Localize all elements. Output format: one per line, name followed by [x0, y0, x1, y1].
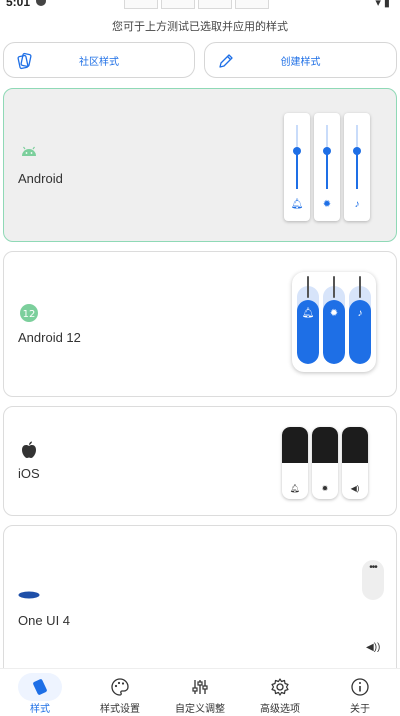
nav-tab-style-settings[interactable]: 样式设置 — [80, 669, 160, 716]
volume-slider-ring: 🔔︎ — [284, 113, 310, 221]
sound-icon: ◀︎)) — [366, 642, 381, 653]
more-dots-icon: ••• — [369, 562, 378, 573]
test-hint-text: 您可于上方测试已选取并应用的样式 — [112, 21, 288, 33]
ios-slider-ring: 🔔︎ — [282, 427, 308, 499]
status-time: 5:01 — [6, 0, 31, 9]
style-name: One UI 4 — [18, 613, 71, 628]
battery-icon: ▾ ▮ — [375, 0, 390, 9]
ios-slider-brightness: ✹ — [312, 427, 338, 499]
bell-icon: 🔔︎ — [301, 308, 315, 319]
android-12-logo-icon: 12 — [20, 304, 38, 322]
style-name: iOS — [18, 466, 40, 481]
nav-label: 样式设置 — [100, 704, 140, 715]
create-style-button[interactable]: 创建样式 — [204, 42, 397, 78]
style-card-android[interactable]: Android 🔔︎ ✹ ♪ — [3, 88, 397, 242]
speaker-icon: ◀︎) — [350, 484, 360, 493]
nav-tab-advanced[interactable]: 高级选项 — [240, 669, 320, 716]
nav-label: 关于 — [350, 704, 370, 715]
bottom-navigation: 样式 样式设置 自定义调整 高级选项 关于 — [0, 668, 400, 716]
svg-text:12: 12 — [23, 309, 36, 320]
notification-icon — [36, 0, 46, 6]
pencil-icon — [219, 54, 233, 68]
music-note-icon: ♪ — [354, 199, 360, 210]
sliders-icon — [192, 680, 208, 694]
bell-icon: 🔔︎ — [289, 484, 301, 493]
apple-logo-icon — [22, 441, 36, 458]
style-card-android-12[interactable]: 12 Android 12 🔔︎ ✹ ♪ — [3, 251, 397, 397]
nav-label: 高级选项 — [260, 704, 300, 715]
nav-tab-about[interactable]: 关于 — [320, 669, 400, 716]
samsung-logo-icon — [18, 591, 40, 599]
community-styles-button[interactable]: 社区样式 — [3, 42, 195, 78]
brightness-icon: ✹ — [321, 484, 329, 493]
style-card-ios[interactable]: iOS 🔔︎ ✹ ◀︎) — [3, 406, 397, 516]
ios-slider-media: ◀︎) — [342, 427, 368, 499]
volume-slider-media: ♪ — [344, 113, 370, 221]
style-card-one-ui-4[interactable]: One UI 4 ••• ◀︎)) — [3, 525, 397, 685]
android-logo-icon — [22, 146, 36, 156]
nav-tab-styles[interactable]: 样式 — [0, 669, 80, 716]
android-12-volume-panel: 🔔︎ ✹ ♪ — [292, 272, 376, 372]
style-name: Android — [18, 171, 63, 186]
style-name: Android 12 — [18, 330, 81, 345]
bell-icon: 🔔︎ — [290, 199, 304, 210]
nav-label: 样式 — [30, 704, 50, 715]
nav-label: 自定义调整 — [175, 704, 225, 715]
volume-slider-brightness: ✹ — [314, 113, 340, 221]
gear-icon — [271, 678, 289, 696]
app-root: { "status_bar": { "time": "5:01" }, "hin… — [0, 0, 400, 716]
volume-panel-preview — [124, 0, 274, 9]
info-icon — [351, 678, 369, 696]
one-ui-volume-pill: ••• — [362, 560, 384, 600]
status-bar: 5:01 ▾ ▮ — [0, 0, 400, 10]
palette-icon — [111, 678, 129, 696]
brightness-icon: ✹ — [329, 308, 339, 319]
nav-tab-customize[interactable]: 自定义调整 — [160, 669, 240, 716]
brightness-icon: ✹ — [322, 199, 332, 210]
cards-icon — [17, 52, 32, 70]
style-icon — [33, 679, 47, 695]
music-note-icon: ♪ — [357, 308, 363, 319]
